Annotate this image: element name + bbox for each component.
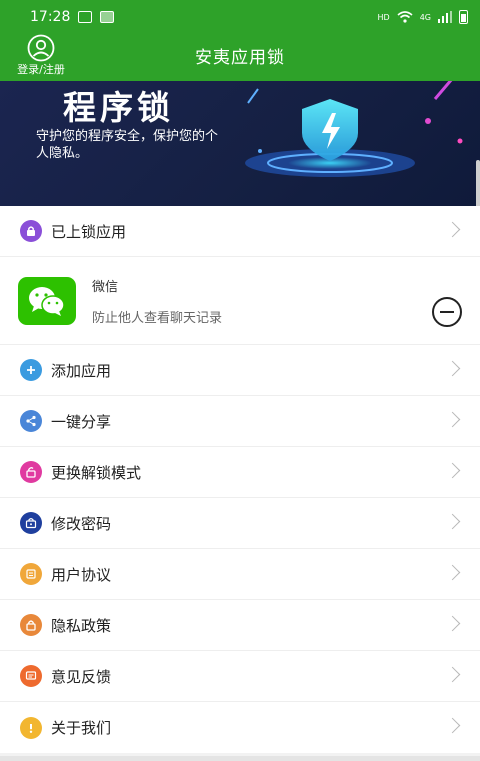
- wifi-icon: [397, 11, 413, 23]
- chevron-right-icon: [444, 717, 461, 734]
- minus-icon: [440, 311, 454, 313]
- remove-lock-button[interactable]: [432, 297, 462, 327]
- locked-app-description: 防止他人查看聊天记录: [92, 310, 223, 326]
- chevron-right-icon: [444, 615, 461, 632]
- app-title: 安夷应用锁: [195, 48, 285, 68]
- menu-list: 已上锁应用 微信 防止他人查看聊天记录 添加应用 一键分享 更换解锁模式 修改密…: [0, 206, 480, 753]
- locked-apps-header[interactable]: 已上锁应用: [0, 206, 480, 257]
- menu-item-label: 添加应用: [51, 361, 112, 380]
- status-bar: 17:28 HD 4G: [0, 0, 480, 34]
- menu-item-share[interactable]: 一键分享: [0, 396, 480, 447]
- menu-item-label: 一键分享: [51, 412, 112, 431]
- menu-item-label: 意见反馈: [51, 667, 112, 686]
- menu-item-label: 关于我们: [51, 719, 112, 737]
- lock-notification-icon: [100, 11, 115, 23]
- chevron-right-icon: [444, 360, 461, 377]
- hd-indicator: HD: [377, 12, 390, 22]
- menu-item-about-us[interactable]: 关于我们: [0, 702, 480, 753]
- privacy-lock-icon: [20, 614, 42, 636]
- bottom-divider: [0, 756, 480, 761]
- password-icon: [20, 512, 42, 534]
- banner-title: 程序锁: [63, 88, 174, 127]
- locked-apps-label: 已上锁应用: [51, 222, 127, 241]
- info-icon: [20, 716, 42, 739]
- banner-subtitle: 守护您的程序安全，保护您的个人隐私。: [36, 129, 219, 161]
- chevron-right-icon: [444, 513, 461, 530]
- top-bar: 17:28 HD 4G 登录/注册 安夷应用锁: [0, 0, 480, 81]
- feedback-icon: [20, 665, 42, 687]
- locked-app-name: 微信: [92, 279, 119, 295]
- promo-banner: 程序锁 守护您的程序安全，保护您的个人隐私。: [0, 81, 480, 206]
- menu-item-user-agreement[interactable]: 用户协议: [0, 549, 480, 600]
- chevron-right-icon: [444, 666, 461, 683]
- image-icon: [78, 11, 93, 23]
- wechat-icon: [18, 276, 76, 325]
- app-bar: 登录/注册 安夷应用锁: [0, 34, 480, 81]
- plus-icon: [20, 359, 42, 381]
- menu-item-label: 用户协议: [51, 565, 112, 584]
- locked-app-item[interactable]: 微信 防止他人查看聊天记录: [0, 257, 480, 345]
- chevron-right-icon: [444, 411, 461, 428]
- shield-illustration: [245, 81, 463, 177]
- network-generation: 4G: [419, 12, 431, 22]
- menu-item-label: 隐私政策: [51, 616, 112, 635]
- share-icon: [20, 410, 42, 432]
- menu-item-label: 更换解锁模式: [51, 463, 142, 482]
- menu-item-privacy-policy[interactable]: 隐私政策: [0, 600, 480, 651]
- menu-item-change-password[interactable]: 修改密码: [0, 498, 480, 549]
- battery-icon: [459, 10, 468, 24]
- chevron-right-icon: [444, 462, 461, 479]
- unlock-icon: [20, 461, 42, 483]
- signal-icon: [438, 11, 452, 23]
- menu-item-feedback[interactable]: 意见反馈: [0, 651, 480, 702]
- document-icon: [20, 563, 42, 585]
- locked-apps-lock-icon: [20, 220, 42, 242]
- menu-item-label: 修改密码: [51, 514, 112, 533]
- chevron-right-icon: [444, 221, 461, 238]
- status-time: 17:28: [30, 9, 71, 25]
- chevron-right-icon: [444, 564, 461, 581]
- menu-item-add-app[interactable]: 添加应用: [0, 345, 480, 396]
- menu-item-change-unlock-mode[interactable]: 更换解锁模式: [0, 447, 480, 498]
